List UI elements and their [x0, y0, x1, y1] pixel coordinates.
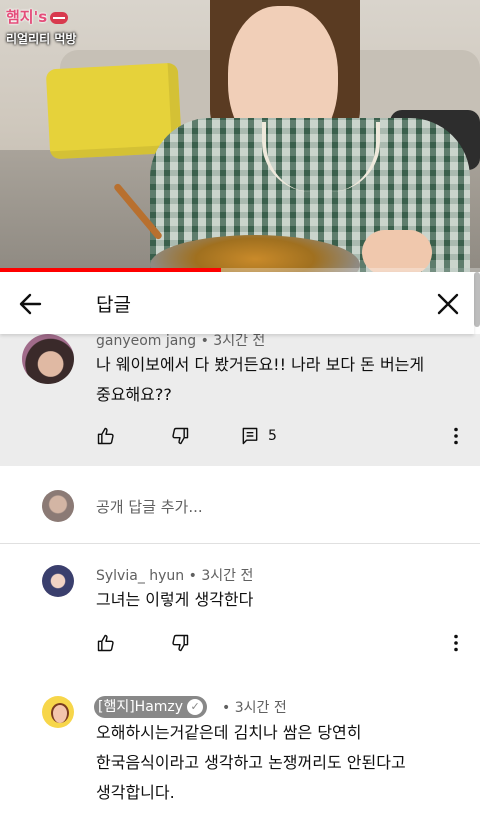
creator-author-chip[interactable]: [햄지]Hamzy ✓ — [94, 696, 208, 718]
comment-text: 그녀는 이렇게 생각한다 — [96, 590, 254, 609]
thumbs-down-icon — [172, 427, 189, 445]
comment-text-line: 중요해요?? — [96, 385, 172, 404]
dislike-button[interactable] — [170, 633, 190, 657]
thumbs-up-icon — [97, 427, 114, 445]
reply-input[interactable]: 공개 답글 추가... — [96, 496, 203, 517]
current-user-avatar — [42, 490, 74, 522]
comment-author[interactable]: ganyeom jang — [96, 333, 196, 349]
avatar-face — [51, 703, 69, 723]
comment-text-line: 한국음식이라고 생각하고 논쟁꺼리도 안된다고 — [96, 753, 406, 772]
meta-separator: • — [200, 333, 209, 349]
comment-time: 3시간 전 — [201, 568, 254, 584]
back-button[interactable] — [12, 286, 48, 322]
meta-separator: • — [222, 700, 231, 716]
reply-icon — [242, 427, 258, 445]
lips-icon — [50, 11, 69, 24]
back-arrow-icon — [19, 293, 42, 315]
thumbs-up-icon — [97, 634, 114, 652]
close-button[interactable] — [430, 286, 466, 322]
like-button[interactable] — [96, 633, 116, 657]
reply-count: 5 — [268, 428, 277, 444]
comment-author[interactable]: Sylvia_ hyun — [96, 568, 184, 584]
more-options-button[interactable] — [446, 426, 466, 446]
comment-text-line: 오해하시는거같은데 김치나 쌈은 당연히 — [96, 723, 362, 742]
scrollbar[interactable] — [474, 272, 480, 327]
more-vert-icon — [454, 427, 458, 445]
comment-meta: Sylvia_ hyun • 3시간 전 — [96, 565, 253, 585]
comment-author: [햄지]Hamzy — [98, 699, 184, 715]
thumbs-down-icon — [172, 634, 189, 652]
add-reply-row[interactable]: 공개 답글 추가... — [0, 466, 480, 544]
reply-item: Sylvia_ hyun • 3시간 전 그녀는 이렇게 생각한다 — [0, 565, 480, 665]
comment-text-line: 나 웨이보에서 다 봤거든요!! 나라 보다 돈 버는게 — [96, 355, 425, 374]
avatar[interactable] — [42, 565, 74, 597]
parent-comment: ganyeom jang • 3시간 전 나 웨이보에서 다 봤거든요!! 나라… — [0, 333, 480, 466]
more-vert-icon — [454, 634, 458, 652]
watermark-line2: 리얼리티 먹방 — [6, 32, 77, 46]
watermark-line1: 햄지's — [6, 8, 48, 26]
header-title: 답글 — [96, 294, 131, 316]
like-button[interactable] — [96, 426, 116, 450]
verified-check-icon: ✓ — [187, 699, 204, 715]
comment-meta: • 3시간 전 — [222, 697, 287, 717]
comment-time: 3시간 전 — [234, 700, 287, 716]
comment-text: 오해하시는거같은데 김치나 쌈은 당연히 한국음식이라고 생각하고 논쟁꺼리도 … — [96, 718, 406, 808]
reply-count-button[interactable]: 5 — [240, 426, 277, 446]
comment-text-line: 생각합니다. — [96, 783, 175, 802]
replies-header: 답글 — [0, 272, 474, 334]
meta-separator: • — [188, 568, 197, 584]
reply-item: [햄지]Hamzy ✓ • 3시간 전 오해하시는거같은데 김치나 쌈은 당연히… — [0, 696, 480, 816]
comment-time: 3시간 전 — [213, 333, 266, 349]
comment-text: 나 웨이보에서 다 봤거든요!! 나라 보다 돈 버는게 중요해요?? — [96, 350, 424, 410]
video-player[interactable]: 햄지's 리얼리티 먹방 — [0, 0, 480, 272]
dislike-button[interactable] — [170, 426, 190, 450]
channel-watermark: 햄지's 리얼리티 먹방 — [6, 6, 76, 47]
avatar[interactable] — [22, 334, 74, 384]
more-options-button[interactable] — [446, 633, 466, 653]
close-icon — [437, 293, 459, 315]
avatar[interactable] — [42, 696, 74, 728]
video-hand — [362, 230, 432, 272]
